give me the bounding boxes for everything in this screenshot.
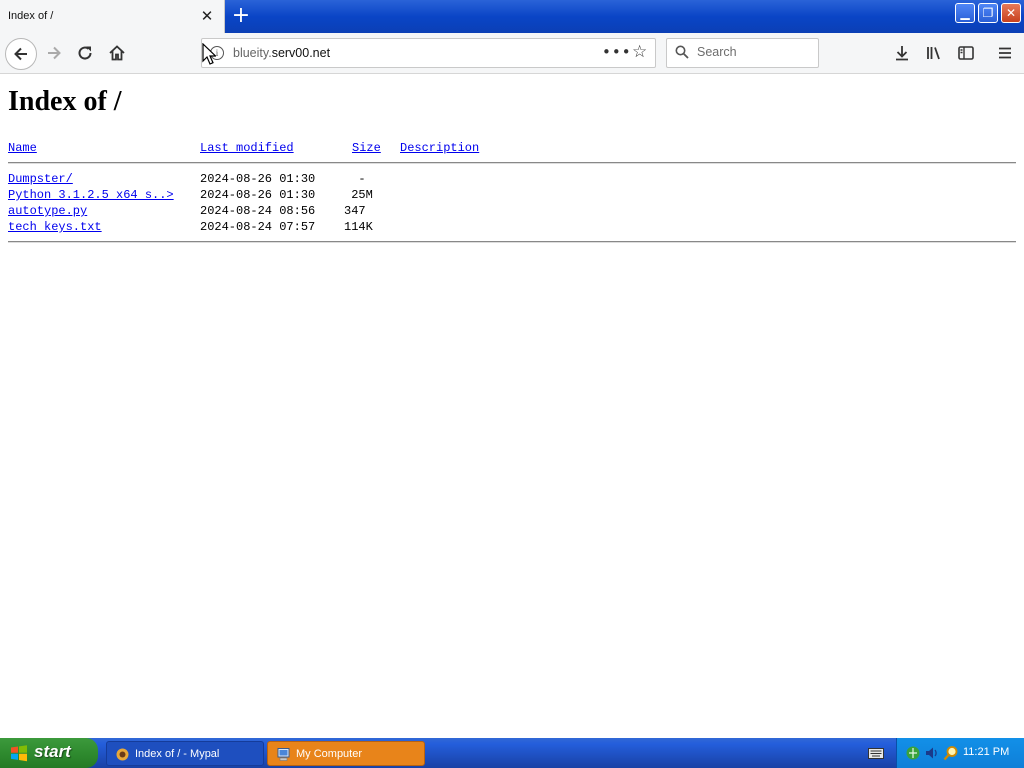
navigation-toolbar: i blueity.serv00.net ••• ☆ <box>0 33 1024 74</box>
file-modified: 2024-08-24 07:57 <box>200 220 316 234</box>
window-close-icon[interactable]: ✕ <box>1001 3 1021 23</box>
file-size: 347 <box>344 204 366 218</box>
file-size: 25M <box>344 188 373 202</box>
network-icon[interactable] <box>905 745 921 761</box>
page-content: Index of / Name Last modified Size Descr… <box>0 74 1024 738</box>
minimize-icon[interactable]: ▁ <box>955 3 975 23</box>
search-icon <box>675 45 689 59</box>
restore-icon[interactable]: ❐ <box>978 3 998 23</box>
taskbar-item-label: Index of / - Mypal <box>135 748 220 760</box>
downloads-button[interactable] <box>888 39 916 67</box>
address-bar[interactable]: i blueity.serv00.net ••• ☆ <box>201 38 656 68</box>
column-header-name[interactable]: Name <box>8 141 37 155</box>
computer-icon <box>277 748 290 761</box>
taskbar: start Index of / - Mypal My Computer 11:… <box>0 738 1024 768</box>
arrow-right-icon <box>48 46 61 60</box>
tab-index[interactable]: Index of / ✕ <box>0 0 225 33</box>
clock[interactable]: 11:21 PM <box>963 746 1009 758</box>
download-icon <box>896 46 908 61</box>
page-actions-icon[interactable]: ••• <box>602 43 632 61</box>
magnifier-icon[interactable] <box>943 745 959 761</box>
start-label: start <box>34 742 71 761</box>
windows-logo-icon <box>11 745 27 762</box>
home-icon <box>109 45 125 61</box>
reload-icon <box>78 46 92 60</box>
system-tray: 11:21 PM <box>896 738 1024 768</box>
tab-strip: Index of / ✕ + ▁ ❐ ✕ <box>0 0 1024 33</box>
speaker-icon[interactable] <box>924 745 940 761</box>
search-input[interactable] <box>697 45 812 59</box>
header-divider <box>8 162 1016 164</box>
forward-button[interactable] <box>40 39 68 67</box>
library-button[interactable] <box>920 39 948 67</box>
bookmark-star-icon[interactable]: ☆ <box>632 42 647 62</box>
keyboard-icon[interactable] <box>868 747 884 760</box>
footer-divider <box>8 241 1016 243</box>
file-size: - <box>344 172 366 186</box>
back-button[interactable] <box>5 38 37 70</box>
sidebar-button[interactable] <box>952 39 980 67</box>
search-bar[interactable] <box>666 38 819 68</box>
file-modified: 2024-08-24 08:56 <box>200 204 316 218</box>
sidebar-icon <box>958 46 974 60</box>
menu-button[interactable] <box>991 39 1019 67</box>
taskbar-item-mypal[interactable]: Index of / - Mypal <box>106 741 264 766</box>
file-link[interactable]: Dumpster/ <box>8 172 73 186</box>
tab-title: Index of / <box>8 10 54 22</box>
close-tab-icon[interactable]: ✕ <box>199 7 215 25</box>
home-button[interactable] <box>103 39 131 67</box>
mypal-browser-icon <box>116 748 129 761</box>
page-title: Index of / <box>8 86 122 117</box>
file-link[interactable]: autotype.py <box>8 204 87 218</box>
file-modified: 2024-08-26 01:30 <box>200 172 316 186</box>
file-size: 114K <box>344 220 373 234</box>
reload-button[interactable] <box>71 39 99 67</box>
hamburger-menu-icon <box>999 47 1011 59</box>
arrow-left-icon <box>14 47 27 61</box>
column-header-last-modified[interactable]: Last modified <box>200 141 294 155</box>
file-link[interactable]: Python 3.1.2.5 x64 s..> <box>8 188 174 202</box>
new-tab-button[interactable]: + <box>231 5 251 27</box>
file-link[interactable]: tech keys.txt <box>8 220 102 234</box>
taskbar-item-my-computer[interactable]: My Computer <box>267 741 425 766</box>
start-button[interactable]: start <box>0 738 98 768</box>
column-header-size[interactable]: Size <box>352 141 381 155</box>
url-text[interactable]: blueity.serv00.net <box>233 46 330 60</box>
taskbar-item-label: My Computer <box>296 748 363 760</box>
mouse-cursor-icon <box>202 43 216 65</box>
column-header-description[interactable]: Description <box>400 141 479 155</box>
file-modified: 2024-08-26 01:30 <box>200 188 316 202</box>
library-icon <box>927 47 940 60</box>
